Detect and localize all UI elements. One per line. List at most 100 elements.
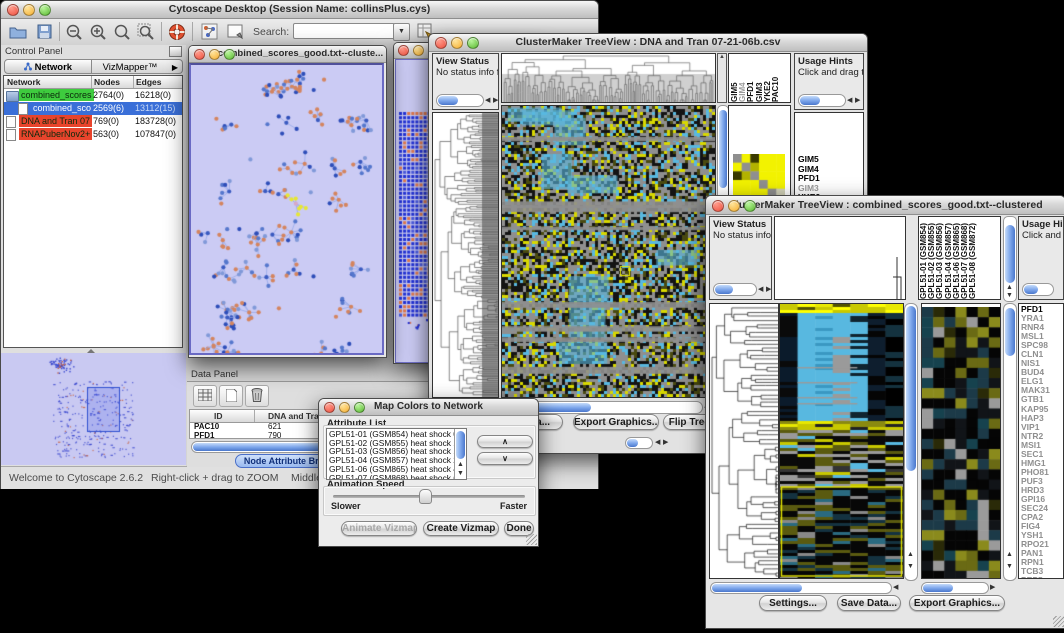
gene-label[interactable]: PEP5 — [1021, 576, 1050, 579]
scroll-down-icon[interactable]: ▼ — [1006, 564, 1013, 570]
export-graphics-button[interactable]: Export Graphics... — [909, 595, 1005, 611]
tv2-row-dendrogram-box[interactable] — [709, 303, 779, 579]
close-icon[interactable] — [398, 45, 409, 56]
zoom-window-icon[interactable] — [467, 37, 479, 49]
float-panel-icon[interactable] — [169, 46, 182, 57]
network-row[interactable]: combined_sco2569(6)13112(15) — [4, 102, 182, 115]
scroll-thumb[interactable] — [906, 306, 916, 471]
scroll-right-icon[interactable]: ▶ — [855, 98, 860, 104]
zoom-in-icon[interactable] — [87, 21, 109, 42]
minimize-icon[interactable] — [728, 200, 740, 212]
window-controls[interactable] — [7, 4, 51, 16]
tv2-main-vscrollbar[interactable]: ▲ ▼ — [904, 303, 918, 581]
scroll-up-icon[interactable]: ▲ — [1006, 552, 1013, 558]
scroll-up-icon[interactable]: ▲ — [907, 552, 914, 558]
delete-attribute-trash-icon[interactable] — [245, 385, 269, 407]
close-icon[interactable] — [324, 402, 335, 413]
tv2-column-dendrogram-box[interactable] — [774, 216, 906, 300]
window-controls[interactable] — [435, 37, 479, 49]
scroll-right-icon[interactable]: ▶ — [990, 585, 995, 591]
tv2-zoom-heatmap-box[interactable] — [921, 303, 1001, 579]
open-file-icon[interactable] — [7, 21, 29, 42]
minimize-icon[interactable] — [209, 49, 220, 60]
table-mode-icon[interactable] — [193, 385, 217, 407]
zoom-out-icon[interactable] — [63, 21, 85, 42]
save-icon[interactable] — [33, 21, 55, 42]
scroll-right-icon[interactable]: ▶ — [663, 440, 668, 446]
tv2-hscrollbar-main[interactable] — [710, 582, 892, 594]
scroll-left-icon[interactable]: ◀ — [485, 98, 490, 104]
settings-button[interactable]: Settings... — [759, 595, 827, 611]
close-icon[interactable] — [7, 4, 19, 16]
scroll-thumb[interactable] — [627, 439, 638, 447]
network1-view[interactable] — [191, 65, 382, 353]
annotation-icon[interactable] — [224, 21, 246, 42]
scroll-thumb[interactable] — [923, 584, 953, 592]
tv1-status-scrollbar[interactable] — [436, 94, 484, 107]
main-title-bar[interactable]: Cytoscape Desktop (Session Name: collins… — [1, 1, 598, 19]
save-data-button[interactable]: Save Data... — [837, 595, 901, 611]
scroll-left-icon[interactable]: ◀ — [893, 585, 898, 591]
tv1-heatmap[interactable] — [502, 106, 715, 397]
window-controls[interactable] — [324, 402, 365, 413]
help-lifebuoy-icon[interactable] — [166, 21, 188, 42]
tv1-hints-scrollbar[interactable] — [798, 94, 846, 107]
tv2-hscrollbar-zoom[interactable] — [921, 582, 989, 594]
tv1-row-dendrogram-box[interactable] — [432, 112, 499, 398]
scroll-down-icon[interactable]: ▼ — [1006, 293, 1013, 299]
search-input[interactable] — [293, 23, 395, 39]
network-overview-canvas[interactable] — [1, 353, 186, 465]
scroll-left-icon[interactable]: ◀ — [847, 98, 852, 104]
scroll-thumb[interactable] — [712, 584, 802, 592]
dialog-title-bar[interactable]: Map Colors to Network — [319, 399, 538, 416]
zoom-window-icon[interactable] — [224, 49, 235, 60]
network-nodes-icon[interactable] — [198, 21, 220, 42]
treeview1-title-bar[interactable]: ClusterMaker TreeView : DNA and Tran 07-… — [429, 34, 867, 52]
search-dropdown-button[interactable]: ▼ — [393, 23, 410, 41]
network-row[interactable]: RNAPuberNov2+563(0)107847(0) — [4, 128, 182, 141]
scroll-down-icon[interactable]: ▼ — [907, 564, 914, 570]
network1-canvas-frame[interactable] — [189, 63, 384, 355]
scroll-thumb[interactable] — [800, 96, 820, 105]
minimize-icon[interactable] — [451, 37, 463, 49]
network-row[interactable]: combined_scores2764(0)16218(0) — [4, 89, 182, 102]
tv2-status-scrollbar[interactable] — [713, 283, 757, 296]
scroll-up-icon[interactable]: ▲ — [1006, 285, 1013, 291]
export-graphics-button[interactable]: Export Graphics... — [573, 414, 659, 430]
network-table-header[interactable]: Network Nodes Edges — [4, 76, 182, 89]
scroll-right-icon[interactable]: ▶ — [766, 287, 771, 293]
move-up-button[interactable]: ∧ — [477, 435, 533, 448]
zoom-fit-icon[interactable] — [135, 21, 157, 42]
attribute-list-scrollbar[interactable]: ▲ ▼ — [454, 429, 466, 479]
zoom-selected-icon[interactable] — [111, 21, 133, 42]
tab-overflow-button[interactable]: ▶ — [168, 59, 183, 74]
new-attribute-icon[interactable] — [219, 385, 243, 407]
speed-slider-thumb[interactable] — [419, 489, 432, 504]
scroll-thumb[interactable] — [715, 285, 733, 294]
minimize-icon[interactable] — [413, 45, 424, 56]
close-icon[interactable] — [435, 37, 447, 49]
tab-vizmapper[interactable]: VizMapper™ — [92, 59, 169, 74]
scroll-thumb[interactable] — [1005, 225, 1015, 283]
scroll-left-icon[interactable]: ◀ — [758, 287, 763, 293]
tv1-heatmap-box[interactable] — [501, 105, 716, 398]
animate-vizmap-button[interactable]: Animate Vizmap — [341, 521, 417, 536]
minimize-icon[interactable] — [23, 4, 35, 16]
network-overview-panel[interactable] — [1, 353, 186, 465]
scroll-thumb[interactable] — [719, 110, 727, 188]
move-down-button[interactable]: ∨ — [477, 452, 533, 465]
tv2-zoom-vscrollbar[interactable]: ▲ ▼ — [1003, 303, 1017, 581]
tv2-zoom-heatmap[interactable] — [922, 307, 1000, 579]
close-icon[interactable] — [712, 200, 724, 212]
tv2-hints-scrollbar[interactable] — [1022, 283, 1054, 296]
scroll-up-icon[interactable]: ▲ — [457, 462, 464, 468]
treeview2-title-bar[interactable]: ClusterMaker TreeView : combined_scores_… — [706, 196, 1064, 215]
resize-grip[interactable] — [1053, 616, 1064, 627]
network-name[interactable]: combined_sco — [31, 102, 93, 114]
tv2-heatmap[interactable] — [780, 304, 903, 578]
network-name[interactable]: RNAPuberNov2+ — [19, 128, 92, 140]
zoom-window-icon[interactable] — [354, 402, 365, 413]
window-controls[interactable] — [712, 200, 756, 212]
scroll-down-icon[interactable]: ▼ — [457, 471, 464, 477]
close-icon[interactable] — [194, 49, 205, 60]
